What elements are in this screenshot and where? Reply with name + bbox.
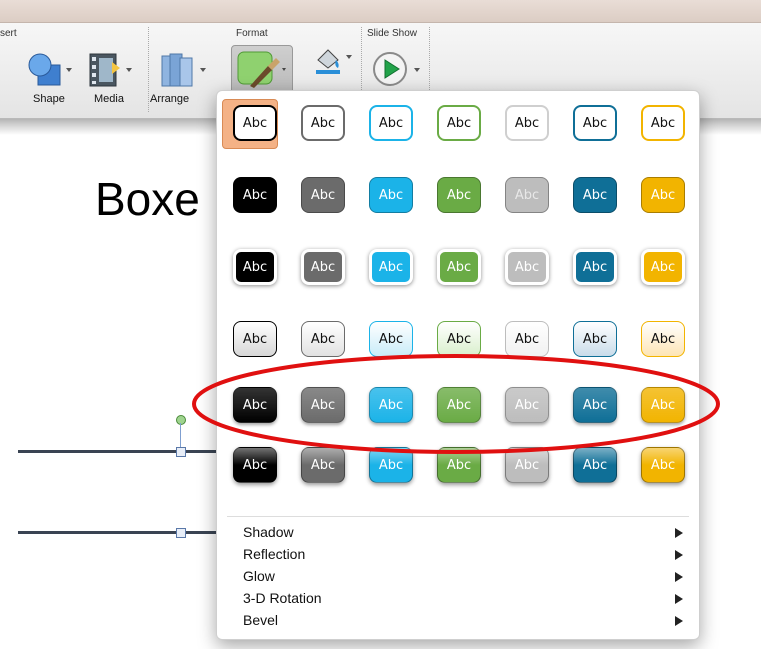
menu-item-reflection[interactable]: Reflection — [243, 546, 683, 568]
rotation-handle[interactable] — [176, 415, 186, 425]
style-swatch[interactable]: Abc — [233, 177, 277, 213]
group-label-format: Format — [236, 28, 268, 39]
style-swatch[interactable]: Abc — [301, 177, 345, 213]
menu-item-label: Shadow — [243, 524, 294, 540]
style-swatch[interactable]: Abc — [437, 447, 481, 483]
shape-tool-button[interactable] — [26, 51, 66, 89]
style-swatch[interactable]: Abc — [369, 177, 413, 213]
chevron-down-icon[interactable] — [346, 55, 352, 59]
rotation-stem — [180, 423, 181, 448]
style-swatch[interactable]: Abc — [301, 249, 345, 285]
menu-item-label: 3-D Rotation — [243, 590, 322, 606]
style-swatch[interactable]: Abc — [437, 387, 481, 423]
menu-divider — [227, 516, 689, 517]
style-swatch[interactable]: Abc — [505, 321, 549, 357]
style-swatch[interactable]: Abc — [641, 177, 685, 213]
style-swatch[interactable]: Abc — [369, 447, 413, 483]
style-swatch[interactable]: Abc — [641, 249, 685, 285]
quick-styles-icon — [237, 51, 286, 88]
submenu-arrow-icon — [675, 616, 683, 626]
line-handle[interactable] — [176, 447, 186, 457]
menu-item-bevel[interactable]: Bevel — [243, 612, 683, 634]
style-swatch[interactable]: Abc — [301, 447, 345, 483]
style-swatch[interactable]: Abc — [437, 105, 481, 141]
chevron-down-icon[interactable] — [414, 68, 420, 72]
style-swatch[interactable]: Abc — [233, 321, 277, 357]
style-swatch[interactable]: Abc — [437, 249, 481, 285]
arrange-tool-button[interactable] — [160, 52, 196, 88]
style-swatch[interactable]: Abc — [573, 177, 617, 213]
style-swatch[interactable]: Abc — [233, 105, 277, 141]
line-handle[interactable] — [176, 528, 186, 538]
shape-label: Shape — [33, 93, 65, 105]
style-swatch[interactable]: Abc — [641, 447, 685, 483]
arrange-label: Arrange — [150, 93, 190, 105]
group-label-slide-show: Slide Show — [367, 28, 418, 39]
style-swatch[interactable]: Abc — [573, 105, 617, 141]
style-swatch[interactable]: Abc — [301, 387, 345, 423]
style-swatch[interactable]: Abc — [505, 249, 549, 285]
menu-item-label: Glow — [243, 568, 275, 584]
arrange-icon — [161, 53, 193, 87]
style-swatch[interactable]: Abc — [233, 447, 277, 483]
submenu-arrow-icon — [675, 572, 683, 582]
chevron-down-icon[interactable] — [200, 68, 206, 72]
group-separator — [148, 27, 149, 112]
style-swatch[interactable]: Abc — [505, 105, 549, 141]
style-swatch[interactable]: Abc — [641, 321, 685, 357]
connector-line[interactable] — [18, 450, 218, 453]
paint-bucket-icon — [316, 49, 340, 74]
style-swatch[interactable]: Abc — [369, 249, 413, 285]
style-swatch[interactable]: Abc — [505, 387, 549, 423]
submenu-arrow-icon — [675, 528, 683, 538]
style-swatch[interactable]: Abc — [233, 249, 277, 285]
chevron-down-icon[interactable] — [66, 68, 72, 72]
style-swatch[interactable]: Abc — [573, 321, 617, 357]
style-swatch[interactable]: Abc — [505, 177, 549, 213]
media-label: Media — [94, 93, 124, 105]
quick-styles-button[interactable] — [231, 45, 293, 95]
style-swatch[interactable]: Abc — [573, 387, 617, 423]
style-swatch[interactable]: Abc — [369, 105, 413, 141]
style-swatch[interactable]: Abc — [437, 177, 481, 213]
menu-item-shadow[interactable]: Shadow — [243, 524, 683, 546]
quick-styles-gallery: Abc Abc Abc Abc Abc Abc Abc Abc Abc Abc Abc Abc Abc A… — [216, 90, 700, 640]
style-swatch[interactable]: Abc — [641, 105, 685, 141]
submenu-arrow-icon — [675, 594, 683, 604]
style-swatch[interactable]: Abc — [369, 321, 413, 357]
media-icon — [89, 53, 120, 87]
connector-line[interactable] — [18, 531, 218, 534]
slide-title[interactable]: Boxe — [95, 172, 200, 226]
style-swatch[interactable]: Abc — [505, 447, 549, 483]
style-swatch[interactable]: Abc — [437, 321, 481, 357]
group-label-insert: sert — [0, 28, 17, 39]
style-swatch[interactable]: Abc — [573, 249, 617, 285]
menu-item-3d-rotation[interactable]: 3-D Rotation — [243, 590, 683, 612]
play-icon — [373, 52, 407, 86]
style-swatch[interactable]: Abc — [641, 387, 685, 423]
submenu-arrow-icon — [675, 550, 683, 560]
chevron-down-icon[interactable] — [126, 68, 132, 72]
fill-color-button[interactable] — [312, 46, 344, 76]
play-slideshow-button[interactable] — [372, 51, 408, 87]
title-strip — [0, 0, 761, 23]
shape-icon — [28, 53, 61, 86]
style-swatch[interactable]: Abc — [369, 387, 413, 423]
style-swatch[interactable]: Abc — [233, 387, 277, 423]
style-swatch[interactable]: Abc — [301, 105, 345, 141]
menu-item-label: Bevel — [243, 612, 279, 628]
media-tool-button[interactable] — [86, 50, 122, 90]
menu-item-label: Reflection — [243, 546, 306, 562]
style-swatch[interactable]: Abc — [301, 321, 345, 357]
style-swatch[interactable]: Abc — [573, 447, 617, 483]
menu-item-glow[interactable]: Glow — [243, 568, 683, 590]
